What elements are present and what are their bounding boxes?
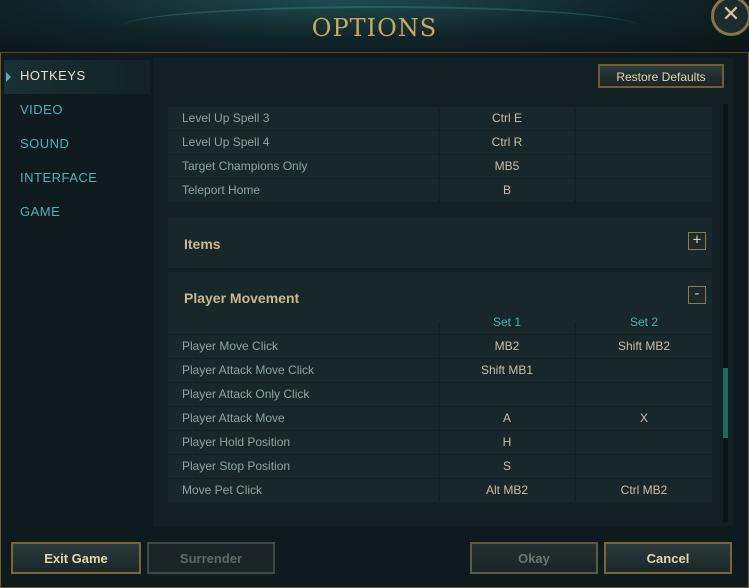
hotkey-set1[interactable]: Ctrl E (440, 107, 574, 130)
sidebar-item-interface[interactable]: INTERFACE (4, 162, 150, 196)
hotkey-set1[interactable]: Alt MB2 (440, 479, 574, 502)
hotkey-set1[interactable]: S (440, 455, 574, 478)
sidebar-item-label: SOUND (20, 136, 70, 151)
hotkey-row: Player Hold Position H (168, 431, 712, 454)
hotkey-set2[interactable] (576, 455, 712, 478)
sidebar-item-label: GAME (20, 204, 61, 219)
sidebar-item-sound[interactable]: SOUND (4, 128, 150, 162)
hotkey-set1[interactable]: MB5 (440, 155, 574, 178)
hotkey-action: Teleport Home (168, 179, 438, 202)
hotkey-set1[interactable]: MB2 (440, 335, 574, 358)
hotkeys-panel: Restore Defaults Level Up Spell 3 Ctrl E… (153, 58, 733, 526)
column-header-set2: Set 2 (576, 311, 712, 334)
hotkey-action: Target Champions Only (168, 155, 438, 178)
hotkey-set2[interactable] (576, 155, 712, 178)
column-header-action (168, 311, 438, 334)
scrollbar-thumb[interactable] (723, 368, 728, 438)
hotkey-set2[interactable] (576, 179, 712, 202)
sidebar-item-label: HOTKEYS (20, 68, 86, 83)
hotkey-set2[interactable] (576, 383, 712, 406)
hotkey-row: Player Attack Move A X (168, 407, 712, 430)
hotkey-set1[interactable]: Shift MB1 (440, 359, 574, 382)
section-title: Items (184, 236, 221, 252)
hotkey-action: Player Attack Only Click (168, 383, 438, 406)
okay-button[interactable]: Okay (470, 542, 598, 574)
close-icon: ✕ (721, 2, 741, 27)
hotkey-action: Move Pet Click (168, 479, 438, 502)
sidebar-item-label: VIDEO (20, 102, 63, 117)
hotkey-set2[interactable] (576, 107, 712, 130)
hotkey-row: Teleport Home B (168, 179, 712, 202)
sidebar: HOTKEYS VIDEO SOUND INTERFACE GAME (4, 60, 150, 230)
hotkey-set1[interactable]: B (440, 179, 574, 202)
hotkey-row: Target Champions Only MB5 (168, 155, 712, 178)
close-button[interactable]: ✕ (711, 0, 749, 36)
hotkey-set1[interactable] (440, 383, 574, 406)
hotkey-set2[interactable] (576, 431, 712, 454)
hotkey-set1[interactable]: A (440, 407, 574, 430)
surrender-button[interactable]: Surrender (147, 542, 275, 574)
sidebar-item-hotkeys[interactable]: HOTKEYS (4, 60, 150, 94)
section-items: Items + (168, 218, 712, 268)
hotkey-row: Player Attack Only Click (168, 383, 712, 406)
hotkey-row: Level Up Spell 4 Ctrl R (168, 131, 712, 154)
hotkey-set2[interactable]: Ctrl MB2 (576, 479, 712, 502)
column-header-row: Set 1 Set 2 (168, 311, 712, 334)
hotkey-set2[interactable] (576, 131, 712, 154)
hotkey-row: Player Attack Move Click Shift MB1 (168, 359, 712, 382)
exit-game-button[interactable]: Exit Game (11, 542, 141, 574)
collapse-icon[interactable]: - (688, 286, 706, 304)
sidebar-item-label: INTERFACE (20, 170, 98, 185)
cancel-button[interactable]: Cancel (604, 542, 732, 574)
hotkey-action: Player Hold Position (168, 431, 438, 454)
section-title: Player Movement (184, 290, 300, 306)
hotkey-set2[interactable]: Shift MB2 (576, 335, 712, 358)
hotkey-row: Player Move Click MB2 Shift MB2 (168, 335, 712, 358)
hotkey-row: Player Stop Position S (168, 455, 712, 478)
title-bar: OPTIONS (0, 0, 749, 53)
hotkey-action: Player Attack Move (168, 407, 438, 430)
window-title: OPTIONS (311, 14, 438, 42)
hotkey-row: Move Pet Click Alt MB2 Ctrl MB2 (168, 479, 712, 502)
hotkey-set1[interactable]: H (440, 431, 574, 454)
hotkey-list: Level Up Spell 3 Ctrl E Level Up Spell 4… (168, 106, 712, 520)
column-header-set1: Set 1 (440, 311, 574, 334)
hotkey-action: Player Stop Position (168, 455, 438, 478)
hotkey-action: Level Up Spell 4 (168, 131, 438, 154)
scrollbar[interactable] (723, 104, 728, 522)
hotkey-action: Player Move Click (168, 335, 438, 358)
expand-icon[interactable]: + (688, 232, 706, 250)
sidebar-item-game[interactable]: GAME (4, 196, 150, 230)
hotkey-action: Level Up Spell 3 (168, 107, 438, 130)
hotkey-set2[interactable]: X (576, 407, 712, 430)
hotkey-set2[interactable] (576, 359, 712, 382)
sidebar-item-video[interactable]: VIDEO (4, 94, 150, 128)
hotkey-action: Player Attack Move Click (168, 359, 438, 382)
active-arrow-icon (6, 72, 11, 82)
hotkey-set1[interactable]: Ctrl R (440, 131, 574, 154)
hotkey-row: Level Up Spell 3 Ctrl E (168, 107, 712, 130)
restore-defaults-button[interactable]: Restore Defaults (598, 64, 724, 88)
